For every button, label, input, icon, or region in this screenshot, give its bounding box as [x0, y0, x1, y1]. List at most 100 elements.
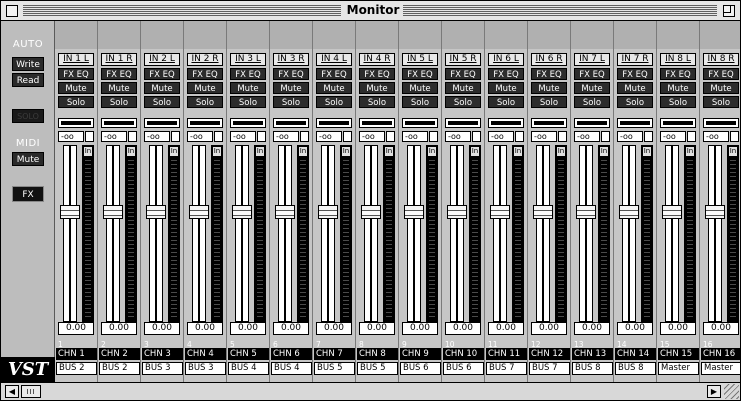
db-toggle[interactable] [429, 131, 438, 142]
mute-button[interactable]: Mute [703, 82, 739, 94]
channel-name[interactable]: CHN 13 [572, 348, 613, 360]
input-select-button[interactable]: IN 1 L [58, 53, 94, 66]
fx-eq-button[interactable]: FX EQ [531, 68, 567, 80]
level-value[interactable]: 0.00 [144, 322, 180, 335]
fader-handle[interactable] [533, 205, 553, 220]
in-tag[interactable]: In [298, 146, 308, 157]
input-select-button[interactable]: IN 4 L [316, 53, 352, 66]
channel-name[interactable]: CHN 5 [228, 348, 269, 360]
channel-name[interactable]: CHN 14 [615, 348, 656, 360]
input-select-button[interactable]: IN 6 R [531, 53, 567, 66]
in-tag[interactable]: In [728, 146, 738, 157]
solo-button[interactable]: Solo [703, 96, 739, 108]
input-select-button[interactable]: IN 4 R [359, 53, 395, 66]
fx-eq-button[interactable]: FX EQ [316, 68, 352, 80]
solo-button[interactable]: Solo [273, 96, 309, 108]
input-select-button[interactable]: IN 6 L [488, 53, 524, 66]
bus-select[interactable]: BUS 5 [314, 362, 355, 375]
pan-indicator[interactable] [660, 118, 696, 128]
bus-select[interactable]: BUS 2 [56, 362, 97, 375]
pan-indicator[interactable] [58, 118, 94, 128]
fader-handle[interactable] [447, 205, 467, 220]
db-toggle[interactable] [601, 131, 610, 142]
bus-select[interactable]: BUS 2 [99, 362, 140, 375]
solo-button[interactable]: Solo [144, 96, 180, 108]
bus-select[interactable]: BUS 7 [486, 362, 527, 375]
input-select-button[interactable]: IN 5 R [445, 53, 481, 66]
bus-select[interactable]: BUS 3 [142, 362, 183, 375]
bus-select[interactable]: Master [701, 362, 740, 375]
fx-eq-button[interactable]: FX EQ [359, 68, 395, 80]
fx-eq-button[interactable]: FX EQ [273, 68, 309, 80]
db-toggle[interactable] [558, 131, 567, 142]
fader-track[interactable] [235, 145, 249, 322]
pan-indicator[interactable] [402, 118, 438, 128]
solo-button[interactable]: Solo [574, 96, 610, 108]
bus-select[interactable]: BUS 8 [615, 362, 656, 375]
channel-name[interactable]: CHN 7 [314, 348, 355, 360]
fader-handle[interactable] [662, 205, 682, 220]
write-button[interactable]: Write [12, 57, 44, 71]
solo-button[interactable]: Solo [359, 96, 395, 108]
db-toggle[interactable] [687, 131, 696, 142]
in-tag[interactable]: In [470, 146, 480, 157]
channel-name[interactable]: CHN 12 [529, 348, 570, 360]
solo-button[interactable]: Solo [617, 96, 653, 108]
db-toggle[interactable] [171, 131, 180, 142]
in-tag[interactable]: In [169, 146, 179, 157]
bus-select[interactable]: BUS 7 [529, 362, 570, 375]
fx-eq-button[interactable]: FX EQ [58, 68, 94, 80]
input-select-button[interactable]: IN 1 R [101, 53, 137, 66]
fx-eq-button[interactable]: FX EQ [445, 68, 481, 80]
fx-eq-button[interactable]: FX EQ [187, 68, 223, 80]
bus-select[interactable]: BUS 6 [400, 362, 441, 375]
fx-eq-button[interactable]: FX EQ [660, 68, 696, 80]
input-select-button[interactable]: IN 2 L [144, 53, 180, 66]
fader-handle[interactable] [705, 205, 725, 220]
solo-button[interactable]: Solo [445, 96, 481, 108]
mute-button[interactable]: Mute [230, 82, 266, 94]
fader-handle[interactable] [361, 205, 381, 220]
level-value[interactable]: 0.00 [58, 322, 94, 335]
fader-track[interactable] [407, 145, 421, 322]
fx-eq-button[interactable]: FX EQ [144, 68, 180, 80]
solo-button[interactable]: Solo [101, 96, 137, 108]
channel-name[interactable]: CHN 10 [443, 348, 484, 360]
solo-button[interactable]: Solo [316, 96, 352, 108]
pan-indicator[interactable] [359, 118, 395, 128]
mute-button[interactable]: Mute [617, 82, 653, 94]
db-toggle[interactable] [300, 131, 309, 142]
mute-button[interactable]: Mute [58, 82, 94, 94]
fader-handle[interactable] [146, 205, 166, 220]
in-tag[interactable]: In [255, 146, 265, 157]
db-toggle[interactable] [644, 131, 653, 142]
input-select-button[interactable]: IN 8 L [660, 53, 696, 66]
pan-indicator[interactable] [144, 118, 180, 128]
channel-name[interactable]: CHN 6 [271, 348, 312, 360]
in-tag[interactable]: In [212, 146, 222, 157]
input-select-button[interactable]: IN 7 R [617, 53, 653, 66]
level-value[interactable]: 0.00 [273, 322, 309, 335]
in-tag[interactable]: In [685, 146, 695, 157]
db-toggle[interactable] [472, 131, 481, 142]
in-tag[interactable]: In [83, 146, 93, 157]
fader-handle[interactable] [619, 205, 639, 220]
pan-indicator[interactable] [230, 118, 266, 128]
fader-handle[interactable] [576, 205, 596, 220]
pan-indicator[interactable] [273, 118, 309, 128]
mute-button[interactable]: Mute [402, 82, 438, 94]
bus-select[interactable]: BUS 3 [185, 362, 226, 375]
bus-select[interactable]: BUS 4 [271, 362, 312, 375]
fx-eq-button[interactable]: FX EQ [488, 68, 524, 80]
db-toggle[interactable] [343, 131, 352, 142]
resize-grip-icon[interactable] [724, 384, 739, 399]
mute-button[interactable]: Mute [144, 82, 180, 94]
level-value[interactable]: 0.00 [660, 322, 696, 335]
input-select-button[interactable]: IN 3 L [230, 53, 266, 66]
solo-button[interactable]: Solo [58, 96, 94, 108]
mute-button[interactable]: Mute [359, 82, 395, 94]
level-value[interactable]: 0.00 [101, 322, 137, 335]
fx-eq-button[interactable]: FX EQ [574, 68, 610, 80]
fader-track[interactable] [364, 145, 378, 322]
channel-name[interactable]: CHN 2 [99, 348, 140, 360]
